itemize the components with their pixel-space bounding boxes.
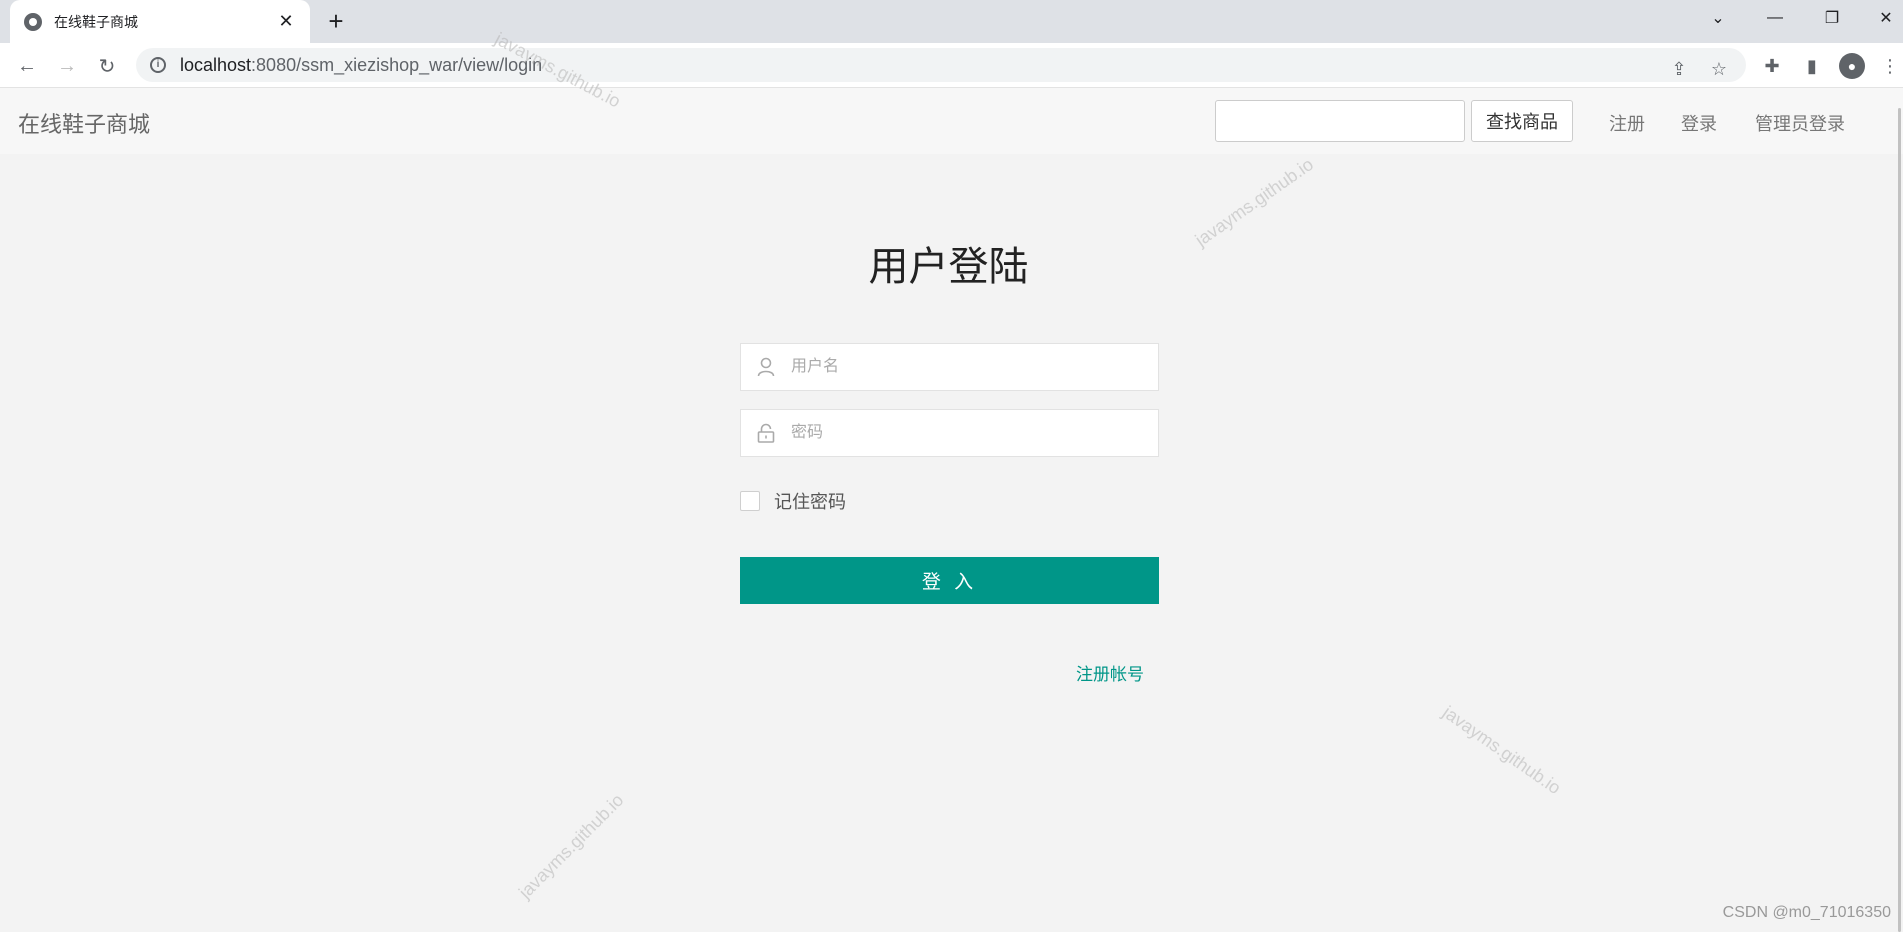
url-host: localhost bbox=[180, 54, 252, 75]
extensions-icon[interactable]: ✚ bbox=[1759, 53, 1785, 79]
reload-icon[interactable]: ↻ bbox=[92, 51, 122, 81]
side-panel-icon[interactable]: ▮ bbox=[1799, 53, 1825, 79]
back-icon[interactable]: ← bbox=[12, 51, 42, 81]
username-input[interactable] bbox=[791, 344, 1158, 390]
browser-tabstrip: 在线鞋子商城 ✕ + ⌄ — ❐ ✕ bbox=[0, 0, 1903, 43]
search-products-button[interactable]: 查找商品 bbox=[1471, 100, 1573, 142]
nav-register-link[interactable]: 注册 bbox=[1609, 110, 1645, 136]
login-submit-button[interactable]: 登 入 bbox=[740, 557, 1159, 604]
site-brand[interactable]: 在线鞋子商城 bbox=[18, 107, 150, 139]
new-tab-button[interactable]: + bbox=[322, 8, 350, 36]
profile-icon[interactable]: ● bbox=[1839, 53, 1865, 79]
site-header: 在线鞋子商城 查找商品 注册 登录 管理员登录 bbox=[0, 88, 1903, 154]
globe-icon bbox=[24, 12, 42, 31]
register-account-link[interactable]: 注册帐号 bbox=[1076, 660, 1144, 685]
menu-icon[interactable]: ⋮ bbox=[1877, 53, 1903, 79]
user-icon bbox=[741, 343, 791, 391]
watermark: javayms.github.io bbox=[1439, 702, 1565, 799]
address-bar[interactable]: i localhost:8080/ssm_xiezishop_war/view/… bbox=[136, 48, 1746, 82]
share-icon[interactable]: ⇪ bbox=[1666, 56, 1692, 82]
credit-text: CSDN @m0_71016350 bbox=[1722, 904, 1891, 921]
nav-login-link[interactable]: 登录 bbox=[1681, 110, 1717, 136]
remember-password[interactable]: 记住密码 bbox=[740, 488, 846, 514]
url-path: :8080/ssm_xiezishop_war/view/login bbox=[251, 54, 543, 75]
remember-checkbox[interactable] bbox=[740, 491, 760, 511]
forward-icon[interactable]: → bbox=[52, 51, 82, 81]
restore-icon[interactable]: ❐ bbox=[1812, 0, 1852, 36]
browser-tab[interactable]: 在线鞋子商城 ✕ bbox=[10, 0, 310, 43]
scrollbar[interactable] bbox=[1898, 108, 1901, 932]
watermark: javayms.github.io bbox=[514, 789, 628, 903]
tab-search-icon[interactable]: ⌄ bbox=[1698, 0, 1738, 36]
password-input[interactable] bbox=[791, 410, 1158, 456]
lock-icon bbox=[741, 409, 791, 457]
tab-title: 在线鞋子商城 bbox=[54, 13, 138, 30]
nav-admin-login-link[interactable]: 管理员登录 bbox=[1755, 110, 1845, 136]
url-text: localhost:8080/ssm_xiezishop_war/view/lo… bbox=[180, 55, 542, 76]
bookmark-star-icon[interactable]: ☆ bbox=[1706, 56, 1732, 82]
password-field[interactable] bbox=[740, 409, 1159, 457]
remember-label[interactable]: 记住密码 bbox=[774, 488, 846, 514]
window-close-icon[interactable]: ✕ bbox=[1869, 0, 1903, 36]
minimize-icon[interactable]: — bbox=[1755, 0, 1795, 36]
browser-toolbar: ← → ↻ i localhost:8080/ssm_xiezishop_war… bbox=[0, 43, 1903, 88]
username-field[interactable] bbox=[740, 343, 1159, 391]
close-icon[interactable]: ✕ bbox=[276, 11, 296, 32]
product-search-input[interactable] bbox=[1215, 100, 1465, 142]
site-info-icon[interactable]: i bbox=[150, 57, 166, 73]
login-title: 用户登陆 bbox=[868, 245, 1029, 289]
